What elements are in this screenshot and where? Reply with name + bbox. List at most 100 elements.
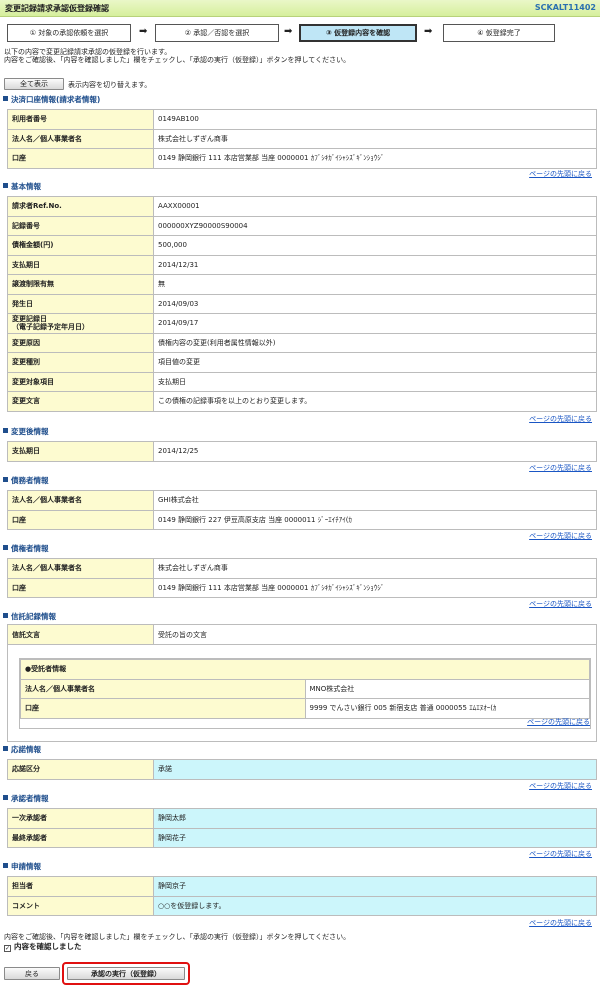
row-value: 静岡太郎: [153, 808, 597, 829]
confirm-checkbox-label[interactable]: 内容を確認しました: [14, 942, 82, 951]
row-value: 2014/09/03: [153, 293, 597, 314]
table-row: 利用者番号 0149AB100: [7, 109, 597, 130]
row-value: 承諾: [153, 759, 597, 780]
step-3-current: ③ 仮登録内容を確認: [299, 24, 417, 42]
table-row: 法人名／個人事業者名 GHI株式会社: [7, 490, 597, 511]
page-title: 変更記録請求承認仮登録確認: [5, 4, 109, 13]
row-value: 0149 静岡銀行 227 伊豆高原支店 当座 0000011 ｼﾞｰｴｲﾁｱｲ…: [153, 509, 597, 530]
row-value: 0149 静岡銀行 111 本店営業部 当座 0000001 ｶﾌﾞｼｷｶﾞｲｼ…: [153, 148, 597, 169]
row-value: 静岡京子: [153, 876, 597, 897]
row-value: 2014/12/31: [153, 254, 597, 275]
trustee-table: ●受託者情報 法人名／個人事業者名 MNO株式会社 口座 9999 でんさい銀行 0…: [20, 659, 590, 719]
back-to-top-link[interactable]: ページの先頭に戻る: [529, 849, 592, 859]
back-to-top-link[interactable]: ページの先頭に戻る: [20, 717, 590, 727]
back-to-top-link[interactable]: ページの先頭に戻る: [529, 463, 592, 473]
table-row: ●受託者情報: [20, 659, 590, 680]
table-row: 譲渡制限有無無: [7, 274, 597, 295]
row-label: 最終承認者: [7, 827, 154, 848]
section-title-debtor: 債務者情報: [3, 475, 49, 486]
row-label: コメント: [7, 895, 154, 916]
step-arrow-icon: ➡: [284, 26, 293, 37]
row-value: 株式会社しずぎん商事: [153, 128, 597, 149]
table-row: 口座 9999 でんさい銀行 005 新宿支店 普通 0000055 ｴﾑｴﾇｵｰ…: [20, 698, 590, 719]
table-row: 発生日 2014/09/03: [7, 293, 597, 314]
back-to-top-link[interactable]: ページの先頭に戻る: [529, 414, 592, 424]
title-bar: 変更記録請求承認仮登録確認 SCKALT11402: [0, 0, 600, 17]
row-label: 変更文言: [7, 391, 154, 412]
row-value: 支払期日: [153, 371, 597, 392]
table-row: 支払期日 2014/12/31: [7, 254, 597, 275]
row-label: 法人名／個人事業者名: [7, 128, 154, 149]
section-title-after: 変更後情報: [3, 426, 49, 437]
debtor-table: 法人名／個人事業者名 GHI株式会社 口座 0149 静岡銀行 227 伊豆高原支店…: [7, 490, 597, 530]
back-to-top-link[interactable]: ページの先頭に戻る: [529, 781, 592, 791]
row-value: この債権の記録事項を以上のとおり変更します。: [153, 391, 597, 412]
section-title-trust: 信託記録情報: [3, 611, 56, 622]
show-all-button[interactable]: 全て表示: [4, 78, 64, 90]
intro-text: 以下の内容で変更記録請求承認の仮登録を行います。 内容をご確認後、「内容を確認し…: [4, 48, 350, 64]
section-title-response: 応諾情報: [3, 744, 41, 755]
row-value: 000000XYZ90000S90004: [153, 215, 597, 236]
row-label: 口座: [20, 698, 306, 719]
row-value: 2014/12/25: [153, 441, 597, 462]
back-button[interactable]: 戻る: [4, 967, 60, 980]
table-row: 変更対象項目 支払期日: [7, 371, 597, 392]
row-label: 支払期日: [7, 441, 154, 462]
table-row: 一次承認者 静岡太郎: [7, 808, 597, 829]
back-to-top-link[interactable]: ページの先頭に戻る: [529, 531, 592, 541]
step-1: ① 対象の承認依頼を選択: [7, 24, 131, 42]
section-title-approver: 承認者情報: [3, 793, 49, 804]
row-label: 発生日: [7, 293, 154, 314]
row-value: 無: [153, 274, 597, 295]
row-value: AAXX00001: [153, 196, 597, 217]
table-row: 請求者Ref.No. AAXX00001: [7, 196, 597, 217]
row-value: 株式会社しずぎん商事: [153, 558, 597, 579]
confirm-checkbox[interactable]: ✓: [4, 945, 11, 952]
row-value: 項目値の変更: [153, 352, 597, 373]
row-label: 口座: [7, 509, 154, 530]
step-arrow-icon: ➡: [139, 26, 148, 37]
row-label: 変更対象項目: [7, 371, 154, 392]
execute-approval-button[interactable]: 承認の実行（仮登録）: [67, 967, 185, 980]
table-row: 法人名／個人事業者名 株式会社しずぎん商事: [7, 558, 597, 579]
back-to-top-link[interactable]: ページの先頭に戻る: [529, 599, 592, 609]
show-all-note: 表示内容を切り替えます。: [68, 81, 152, 89]
table-row: 記録番号 000000XYZ90000S90004: [7, 215, 597, 236]
step-indicator: ① 対象の承認依頼を選択 ➡ ② 承認／否認を選択 ➡ ③ 仮登録内容を確認 ➡…: [0, 24, 600, 42]
row-value: 静岡花子: [153, 827, 597, 848]
back-to-top-link[interactable]: ページの先頭に戻る: [529, 169, 592, 179]
section-title-creditor: 債権者情報: [3, 543, 49, 554]
back-to-top-link[interactable]: ページの先頭に戻る: [529, 918, 592, 928]
trustee-box: ●受託者情報 法人名／個人事業者名 MNO株式会社 口座 9999 でんさい銀行 0…: [19, 658, 591, 729]
row-value: ○○を仮登録します。: [153, 895, 597, 916]
row-label: 債権金額(円): [7, 235, 154, 256]
table-row: 応諾区分 承諾: [7, 759, 597, 780]
step-4: ④ 仮登録完了: [443, 24, 555, 42]
row-label: 法人名／個人事業者名: [7, 490, 154, 511]
confirm-checkbox-row[interactable]: ✓ 内容を確認しました: [4, 941, 82, 952]
after-table: 支払期日 2014/12/25: [7, 441, 597, 462]
approver-table: 一次承認者 静岡太郎 最終承認者 静岡花子: [7, 808, 597, 848]
table-row: 法人名／個人事業者名 株式会社しずぎん商事: [7, 128, 597, 149]
section-title-basic: 基本情報: [3, 181, 41, 192]
table-row: 最終承認者 静岡花子: [7, 827, 597, 848]
row-value: GHI株式会社: [153, 490, 597, 511]
section-title-application: 申請情報: [3, 861, 41, 872]
row-value: 2014/09/17: [153, 313, 597, 334]
table-row: コメント ○○を仮登録します。: [7, 895, 597, 916]
table-row: 変更文言 この債権の記録事項を以上のとおり変更します。: [7, 391, 597, 412]
row-value: 受託の旨の文言: [154, 625, 596, 645]
row-label: 法人名／個人事業者名: [20, 678, 306, 699]
basic-table: 請求者Ref.No. AAXX00001 記録番号 000000XYZ90000S9…: [7, 196, 597, 412]
table-row: 支払期日 2014/12/25: [7, 441, 597, 462]
step-2: ② 承認／否認を選択: [155, 24, 279, 42]
intro-line-1: 以下の内容で変更記録請求承認の仮登録を行います。: [4, 48, 172, 56]
table-row: 変更記録日 （電子記録予定年月日） 2014/09/17: [7, 313, 597, 334]
row-label: 口座: [7, 148, 154, 169]
settlement-table: 利用者番号 0149AB100 法人名／個人事業者名 株式会社しずぎん商事 口座 01…: [7, 109, 597, 169]
response-table: 応諾区分 承諾: [7, 759, 597, 780]
table-row: 口座 0149 静岡銀行 111 本店営業部 当座 0000001 ｶﾌﾞｼｷｶﾞ…: [7, 577, 597, 598]
row-label: 信託文言: [8, 625, 154, 645]
section-title-settlement: 決済口座情報(請求者情報): [3, 94, 100, 105]
table-row: 債権金額(円) 500,000: [7, 235, 597, 256]
